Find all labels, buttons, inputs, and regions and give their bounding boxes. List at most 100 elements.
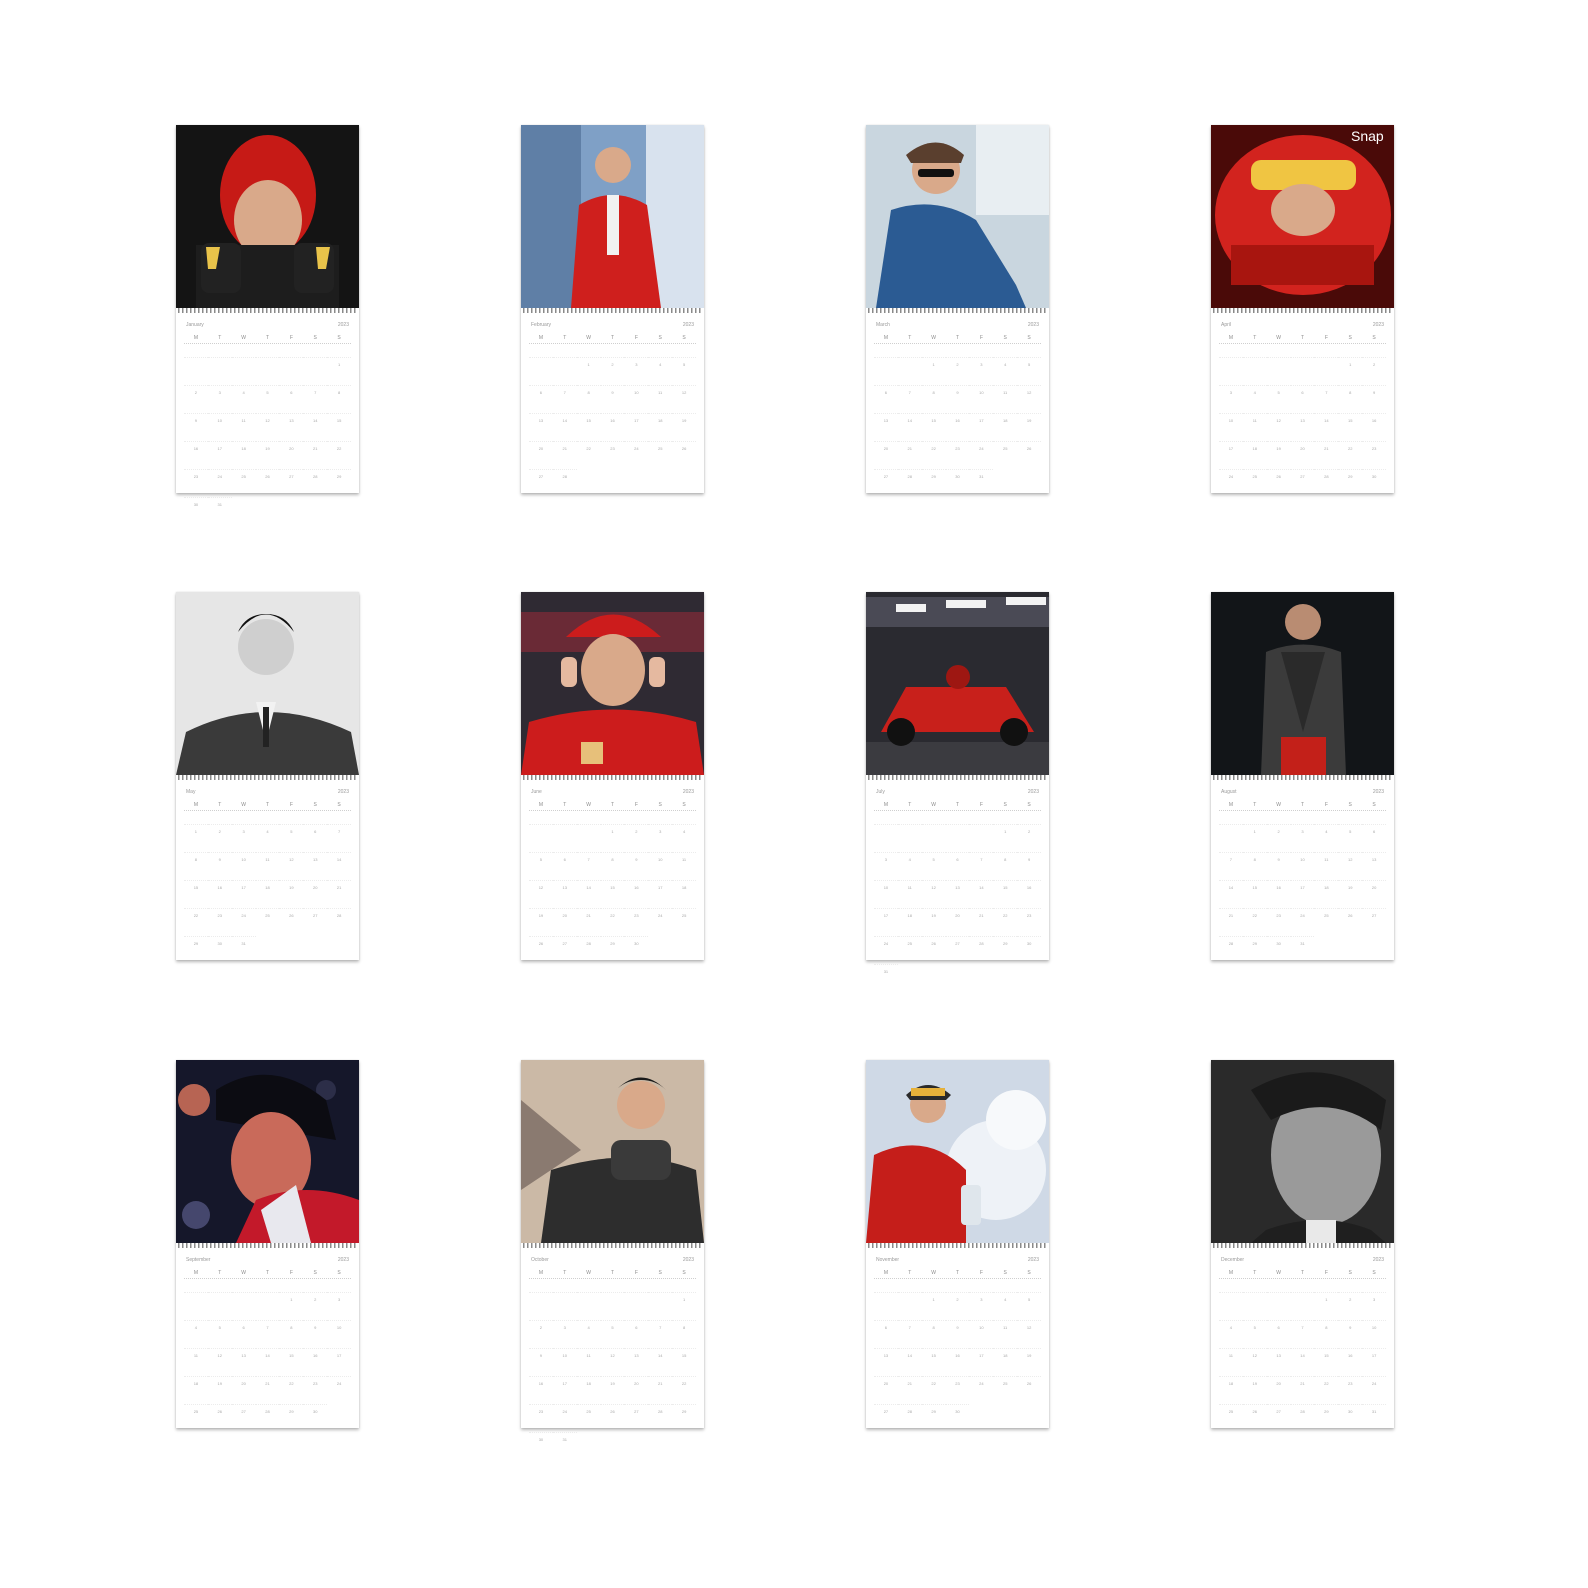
calendar-page-august: August 2023 M T W T F S S 1 2 3 4 5 6 7 8 9 10 11 12 13 14 15 16… [1211, 592, 1394, 960]
day-cell: 5 [921, 852, 946, 880]
day-cell: 22 [993, 908, 1018, 936]
day-cell: 19 [1017, 1348, 1041, 1376]
calendar-page-june: June 2023 M T W T F S S 1 2 3 4 5 6 7 8 9 10 11 12 13 14 15 16 17… [521, 592, 704, 960]
year-label: 2023 [1027, 322, 1039, 328]
day-cell-empty [945, 824, 970, 852]
day-cell: 15 [184, 880, 208, 908]
day-cell: 7 [1219, 852, 1243, 880]
day-cell: 23 [945, 1376, 970, 1404]
day-cell: 22 [921, 441, 946, 469]
day-cell: 22 [576, 441, 601, 469]
day-cell: 9 [529, 1348, 553, 1376]
day-cell: 8 [327, 385, 351, 413]
year-label: 2023 [337, 322, 349, 328]
day-cell: 27 [231, 1404, 256, 1432]
weekday-label: F [634, 802, 638, 808]
day-cell: 8 [921, 385, 946, 413]
day-cell: 23 [1017, 908, 1041, 936]
day-cell-empty [231, 1292, 256, 1320]
day-cell: 16 [1017, 880, 1041, 908]
day-cell-empty [624, 1292, 649, 1320]
day-cell: 29 [184, 936, 208, 964]
day-cell: 25 [672, 908, 696, 936]
month-name: November [876, 1257, 900, 1263]
day-cell: 26 [672, 441, 696, 469]
weekday-label: T [610, 335, 615, 341]
day-cell: 5 [1017, 1292, 1041, 1320]
day-cell-empty [552, 1292, 577, 1320]
day-cell: 2 [1362, 357, 1386, 385]
day-cell: 23 [1362, 441, 1386, 469]
weekday-label: S [1348, 802, 1352, 808]
day-grid: 1 2 3 4 5 6 7 8 9 10 11 12 13 14 15 16 17 18 19 20 21 22 23 24 2… [874, 357, 1041, 497]
day-cell: 3 [327, 1292, 351, 1320]
day-cell: 12 [255, 413, 280, 441]
day-cell: 15 [600, 880, 625, 908]
day-cell: 4 [993, 1292, 1018, 1320]
weekday-label: T [908, 335, 912, 341]
weekday-label: F [979, 335, 983, 341]
day-cell: 8 [576, 385, 601, 413]
day-cell: 29 [1314, 1404, 1339, 1432]
day-cell: 17 [874, 908, 898, 936]
weekday-label: F [979, 1270, 983, 1276]
day-cell: 30 [1338, 1404, 1363, 1432]
day-cell: 19 [207, 1376, 232, 1404]
day-cell: 12 [600, 1348, 625, 1376]
day-cell: 10 [1362, 1320, 1386, 1348]
day-cell: 29 [327, 469, 351, 497]
day-grid: 1 2 3 4 5 6 7 8 9 10 11 12 13 14 15 16 17 18 19 20 21 22 23 24 2… [1219, 824, 1386, 964]
spiral-binding [868, 775, 1047, 780]
month-photo [1211, 592, 1394, 775]
calendar-page-october: October 2023 M T W T F S S 1 2 3 4 5 6 7 8 9 10 11 12 13 14 15 1… [521, 1060, 704, 1442]
day-cell: 2 [1017, 824, 1041, 852]
day-cell: 31 [874, 964, 898, 992]
day-cell: 15 [327, 413, 351, 441]
day-cell: 4 [1242, 385, 1267, 413]
day-cell: 6 [1362, 824, 1386, 852]
day-cell: 8 [993, 852, 1018, 880]
day-cell: 1 [184, 824, 208, 852]
day-cell: 27 [945, 936, 970, 964]
weekday-label: T [563, 1270, 567, 1276]
day-cell: 30 [207, 936, 232, 964]
day-cell: 18 [255, 880, 280, 908]
weekday-label: M [883, 1270, 888, 1276]
day-cell: 18 [993, 413, 1018, 441]
day-cell-empty [1266, 1292, 1291, 1320]
spiral-binding [178, 308, 357, 313]
day-cell: 3 [969, 357, 994, 385]
day-cell: 2 [624, 824, 649, 852]
day-cell-empty [1266, 357, 1291, 385]
day-cell: 31 [1362, 1404, 1386, 1432]
weekday-label: S [337, 335, 341, 341]
day-cell: 17 [1290, 880, 1315, 908]
weekday-label: T [563, 802, 567, 808]
day-cell: 20 [874, 1376, 898, 1404]
day-cell: 28 [576, 936, 601, 964]
year-label: 2023 [1372, 1257, 1384, 1263]
day-cell: 12 [279, 852, 304, 880]
day-cell: 11 [1314, 852, 1339, 880]
weekday-label: F [979, 802, 983, 808]
calendar-page-march: March 2023 M T W T F S S 1 2 3 4 5 6 7 8 9 10 11 12 13 14 15 16 1… [866, 125, 1049, 493]
day-cell: 11 [1219, 1348, 1243, 1376]
weekday-label: S [1027, 1270, 1031, 1276]
day-cell: 17 [231, 880, 256, 908]
day-cell: 26 [921, 936, 946, 964]
day-cell: 3 [1290, 824, 1315, 852]
day-cell: 6 [945, 852, 970, 880]
day-cell: 10 [969, 385, 994, 413]
day-cell: 7 [897, 1320, 922, 1348]
weekday-label: S [1027, 802, 1031, 808]
day-cell-empty [255, 357, 280, 385]
day-cell: 27 [552, 936, 577, 964]
day-cell-empty [576, 1292, 601, 1320]
day-cell: 15 [993, 880, 1018, 908]
day-cell: 29 [921, 1404, 946, 1432]
weekday-label: S [313, 1270, 317, 1276]
day-cell: 30 [1266, 936, 1291, 964]
day-cell: 15 [1242, 880, 1267, 908]
day-cell: 23 [600, 441, 625, 469]
day-cell: 8 [600, 852, 625, 880]
